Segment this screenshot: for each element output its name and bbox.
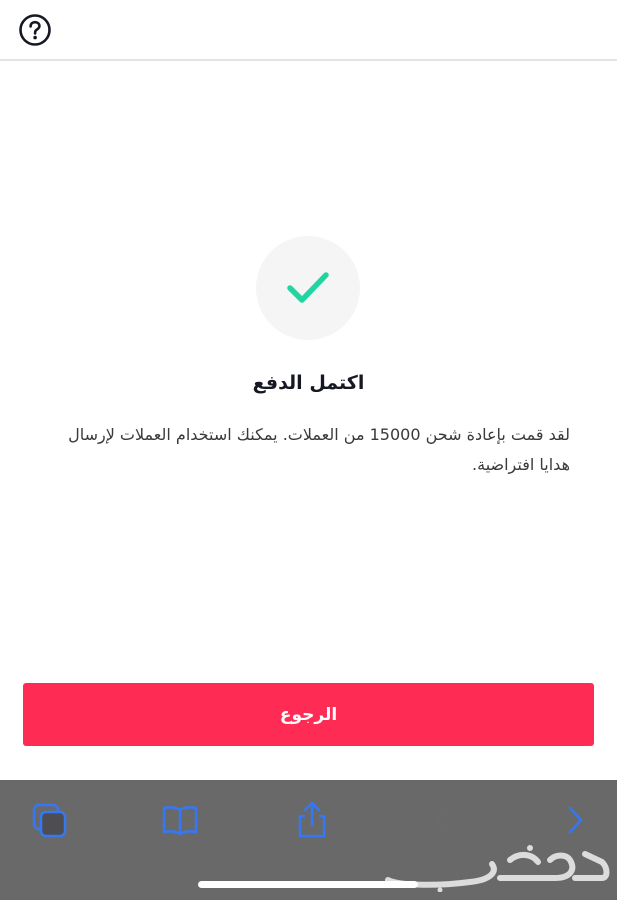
back-arrow-icon[interactable] <box>422 800 462 840</box>
bookmarks-icon[interactable] <box>160 800 200 840</box>
payment-sheet: اكتمل الدفع لقد قمت بإعادة شحن 15000 من … <box>0 0 617 780</box>
back-button[interactable]: الرجوع <box>23 683 594 746</box>
share-icon[interactable] <box>292 800 332 840</box>
home-indicator <box>198 881 418 888</box>
tabs-icon[interactable] <box>30 800 70 840</box>
success-badge <box>256 236 360 340</box>
forward-arrow-icon[interactable] <box>556 800 596 840</box>
top-bar <box>0 0 617 61</box>
page-title: اكتمل الدفع <box>252 372 365 394</box>
question-circle-icon[interactable] <box>18 13 52 47</box>
screen: اكتمل الدفع لقد قمت بإعادة شحن 15000 من … <box>0 0 617 900</box>
checkmark-icon <box>287 272 329 303</box>
status-message: لقد قمت بإعادة شحن 15000 من العملات. يمك… <box>68 425 570 474</box>
